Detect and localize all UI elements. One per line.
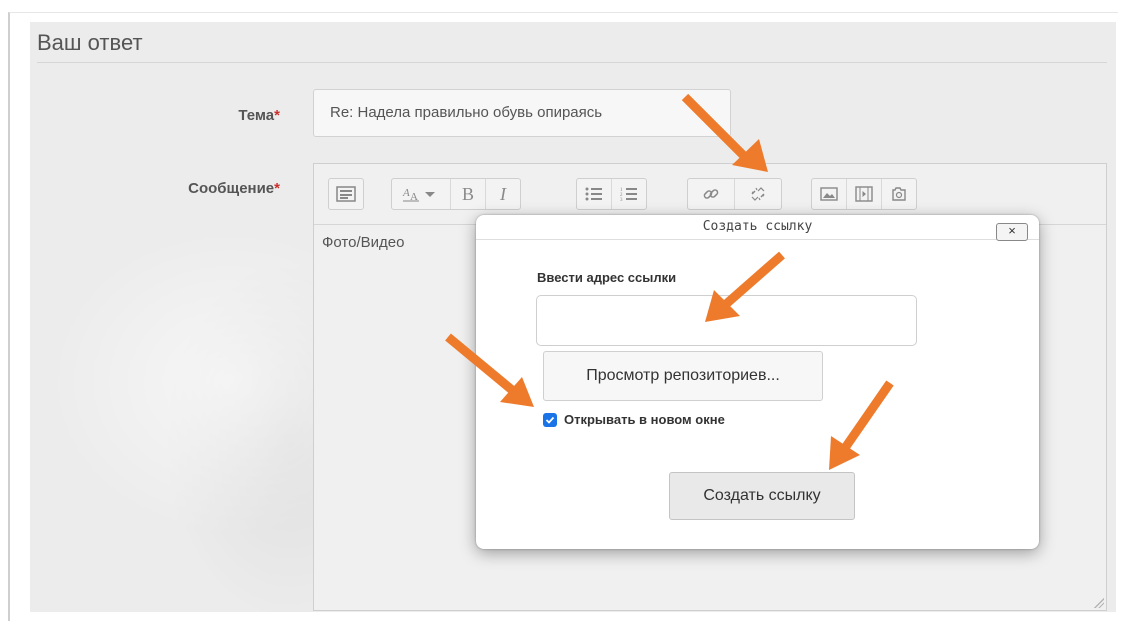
dialog-title: Создать ссылку [476, 215, 1039, 240]
checkmark-icon [545, 416, 555, 424]
image-icon[interactable] [812, 179, 847, 209]
svg-text:3: 3 [620, 198, 623, 202]
svg-text:A: A [410, 191, 418, 202]
bold-icon[interactable]: B [451, 179, 486, 209]
required-mark: * [274, 180, 280, 197]
toolbar-group-lists: 123 [576, 178, 647, 210]
create-link-dialog: Создать ссылку × Ввести адрес ссылки Про… [476, 215, 1039, 549]
font-style-icon[interactable]: AA [392, 179, 451, 209]
subject-input[interactable]: Re: Надела правильно обувь опираясь [313, 89, 731, 137]
unordered-list-icon[interactable] [577, 179, 612, 209]
toolbar-group-toggle [328, 178, 364, 210]
italic-icon[interactable]: I [486, 179, 520, 209]
unlink-icon[interactable] [735, 179, 781, 209]
link-icon[interactable] [688, 179, 735, 209]
subject-label: Тема [238, 107, 275, 124]
ordered-list-icon[interactable]: 123 [612, 179, 646, 209]
close-icon[interactable]: × [996, 223, 1028, 241]
message-label: Сообщение [188, 180, 275, 197]
manage-files-icon[interactable] [882, 179, 916, 209]
toolbar-group-media [811, 178, 917, 210]
toolbar-group-links [687, 178, 782, 210]
url-input[interactable] [536, 295, 917, 346]
create-link-button[interactable]: Создать ссылку [669, 472, 855, 520]
section-divider [37, 62, 1107, 63]
media-icon[interactable] [847, 179, 882, 209]
toolbar-group-format: AA B I [391, 178, 521, 210]
svg-text:A: A [402, 187, 410, 199]
message-text: Фото/Видео [322, 234, 405, 251]
new-window-checkbox[interactable] [543, 412, 557, 427]
resize-handle-icon[interactable] [1094, 598, 1104, 608]
browse-repositories-button[interactable]: Просмотр репозиториев... [543, 351, 823, 401]
subject-label-row: Тема* [200, 107, 280, 124]
new-window-label: Открывать в новом окне [564, 412, 725, 427]
new-window-option[interactable]: Открывать в новом окне [543, 412, 725, 427]
message-label-row: Сообщение* [150, 180, 280, 197]
toolbar-toggle-icon[interactable] [329, 179, 363, 209]
url-label: Ввести адрес ссылки [537, 270, 677, 285]
required-mark: * [274, 107, 280, 124]
section-title: Ваш ответ [37, 30, 143, 55]
